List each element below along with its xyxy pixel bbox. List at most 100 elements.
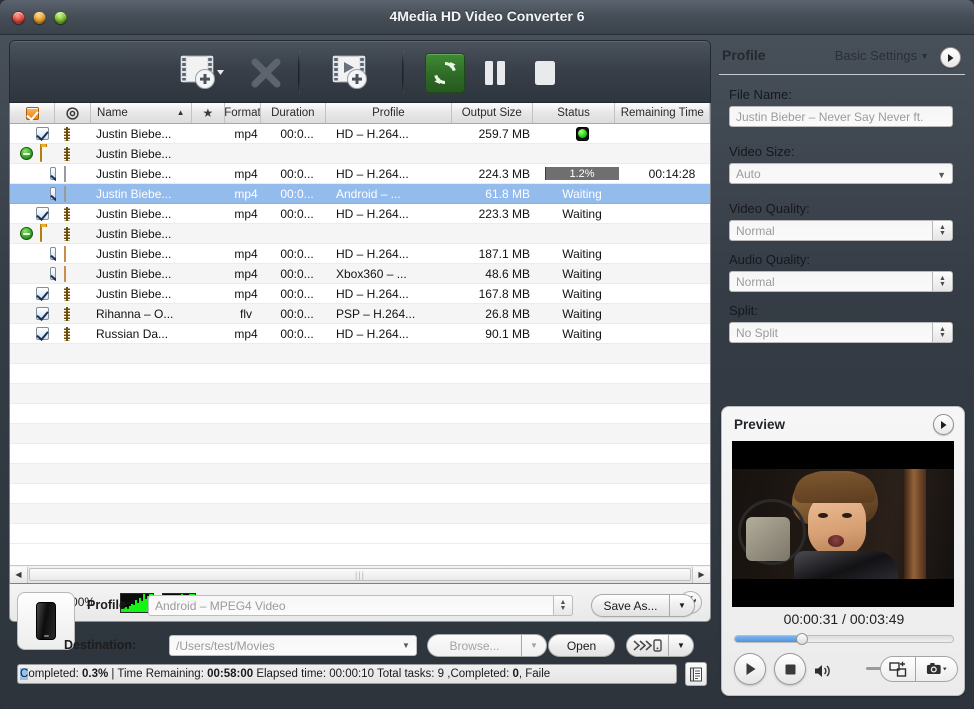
- preview-expand-button[interactable]: [933, 414, 954, 435]
- column-header-star[interactable]: ★: [192, 103, 226, 123]
- column-header-outsize[interactable]: Output Size: [452, 103, 533, 123]
- status-badge: Waiting: [562, 186, 602, 201]
- bottom-controls: Profile: Android – MPEG4 Video ▲ ▼ Save A…: [9, 588, 711, 700]
- row-checkbox[interactable]: [36, 287, 49, 300]
- profile-label: Profile:: [87, 598, 131, 612]
- sort-ascending-icon: ▲: [176, 108, 185, 117]
- crop-button[interactable]: [880, 656, 916, 682]
- table-row[interactable]: Russian Da... mp4 00:0... HD – H.264... 90.1…: [10, 324, 710, 344]
- column-header-format[interactable]: Format: [225, 103, 261, 123]
- row-name: Justin Biebe...: [96, 186, 172, 201]
- column-header-label: Name: [97, 107, 128, 119]
- status-done-icon: [575, 126, 589, 141]
- collapse-group-toggle[interactable]: [20, 147, 33, 160]
- column-header-name[interactable]: Name ▲: [91, 103, 192, 123]
- volume-icon-button[interactable]: [814, 662, 836, 680]
- destination-combo[interactable]: /Users/test/Movies: [169, 635, 417, 656]
- target-icon: [66, 106, 79, 120]
- log-button[interactable]: [685, 662, 707, 686]
- profile-expand-button[interactable]: [940, 47, 961, 68]
- video-size-combo[interactable]: Auto ▼: [729, 163, 953, 184]
- stop-button[interactable]: [524, 49, 566, 96]
- remove-button[interactable]: [238, 49, 294, 96]
- preview-panel: Preview 00:00:31 / 00:03:49: [721, 406, 965, 696]
- pause-button[interactable]: [474, 49, 516, 96]
- column-header-check[interactable]: [10, 103, 56, 123]
- table-row[interactable]: Justin Biebe... mp4 00:0... HD – H.264... 16…: [10, 284, 710, 304]
- column-header-duration[interactable]: Duration: [261, 103, 326, 123]
- row-checkbox[interactable]: [36, 307, 49, 320]
- profile-combo[interactable]: Android – MPEG4 Video: [148, 595, 573, 616]
- doc-icon: [64, 185, 66, 202]
- add-file-button[interactable]: [170, 49, 234, 96]
- row-output-size: 61.8 MB: [485, 186, 530, 201]
- video-preview-screen[interactable]: [732, 441, 954, 607]
- save-as-button[interactable]: Save As...: [591, 594, 669, 617]
- send-to-device-button[interactable]: [626, 634, 668, 657]
- profile-stepper[interactable]: ▲ ▼: [553, 595, 573, 616]
- send-to-device-menu-button[interactable]: ▼: [668, 634, 694, 657]
- split-label: Split:: [729, 303, 758, 318]
- table-row[interactable]: Justin Biebe... mp4 00:0... HD – H.264... 22…: [10, 164, 710, 184]
- doc-orange-icon: [64, 245, 66, 262]
- column-header-profile[interactable]: Profile: [326, 103, 452, 123]
- table-row[interactable]: Justin Biebe...: [10, 224, 710, 244]
- snapshot-button[interactable]: [916, 656, 958, 682]
- scroll-right-button[interactable]: ▶: [692, 566, 710, 583]
- log-icon: [689, 667, 702, 681]
- stepper-arrows[interactable]: ▲ ▼: [932, 323, 952, 342]
- file-name-input[interactable]: Justin Bieber – Never Say Never ft.: [729, 106, 953, 127]
- file-list-rows[interactable]: Justin Biebe... mp4 00:0... HD – H.264... 25…: [10, 124, 710, 561]
- preview-stop-button[interactable]: [774, 653, 806, 685]
- table-row[interactable]: Justin Biebe... mp4 00:0... Android – ... 61…: [10, 184, 710, 204]
- stepper-arrows[interactable]: ▲ ▼: [932, 221, 952, 240]
- destination-dropdown-arrow[interactable]: ▼: [395, 635, 417, 656]
- horizontal-scrollbar[interactable]: ◀ ||| ▶: [10, 565, 710, 583]
- video-quality-value: Normal: [736, 223, 775, 238]
- browse-button[interactable]: Browse...: [427, 634, 521, 657]
- stepper-arrows[interactable]: ▲ ▼: [932, 272, 952, 291]
- table-row[interactable]: Rihanna – O... flv 00:0... PSP – H.264... 26…: [10, 304, 710, 324]
- table-row[interactable]: Justin Biebe... mp4 00:0... Xbox360 – ... 48…: [10, 264, 710, 284]
- checkbox-header-icon[interactable]: [25, 106, 39, 120]
- browse-menu-button[interactable]: ▼: [521, 634, 547, 657]
- column-header-label: Output Size: [461, 107, 522, 119]
- audio-quality-stepper[interactable]: Normal ▲ ▼: [729, 271, 953, 292]
- table-row[interactable]: Justin Biebe... mp4 00:0... HD – H.264... 18…: [10, 244, 710, 264]
- preview-play-button[interactable]: [734, 653, 766, 685]
- table-row[interactable]: Justin Biebe... mp4 00:0... HD – H.264... 22…: [10, 204, 710, 224]
- scroll-left-button[interactable]: ◀: [10, 566, 28, 583]
- collapse-group-toggle[interactable]: [20, 227, 33, 240]
- add-profile-button[interactable]: [322, 49, 386, 96]
- open-button[interactable]: Open: [548, 634, 615, 657]
- row-checkbox[interactable]: [36, 127, 49, 140]
- row-profile: HD – H.264...: [336, 286, 409, 301]
- table-row[interactable]: Justin Biebe... mp4 00:0... HD – H.264... 25…: [10, 124, 710, 144]
- save-as-menu-button[interactable]: ▼: [669, 594, 695, 617]
- table-row-empty: [10, 484, 710, 504]
- preview-timecode: 00:00:31 / 00:03:49: [783, 611, 905, 627]
- scrollbar-thumb[interactable]: |||: [29, 568, 691, 581]
- row-format: flv: [240, 306, 252, 321]
- add-profile-film-icon: [332, 55, 367, 89]
- column-header-remaining[interactable]: Remaining Time: [615, 103, 710, 123]
- split-stepper[interactable]: No Split ▲ ▼: [729, 322, 953, 343]
- row-format: mp4: [234, 166, 258, 181]
- row-format: mp4: [234, 206, 258, 221]
- row-name: Rihanna – O...: [96, 306, 174, 321]
- row-checkbox[interactable]: [36, 327, 49, 340]
- basic-settings-dropdown[interactable]: Basic Settings ▼: [835, 48, 929, 63]
- seek-knob[interactable]: [796, 633, 809, 645]
- convert-button[interactable]: [424, 49, 466, 96]
- stop-icon: [785, 664, 795, 674]
- row-profile: HD – H.264...: [336, 206, 409, 221]
- column-header-status[interactable]: Status: [533, 103, 616, 123]
- video-quality-stepper[interactable]: Normal ▲ ▼: [729, 220, 953, 241]
- profile-divider: [719, 74, 965, 75]
- file-name-label: File Name:: [729, 87, 792, 102]
- seek-slider[interactable]: [734, 633, 954, 645]
- column-header-target[interactable]: [55, 103, 92, 123]
- table-row[interactable]: Justin Biebe...: [10, 144, 710, 164]
- row-checkbox[interactable]: [36, 207, 49, 220]
- file-list[interactable]: Name ▲ ★ Format Duration Profile Output Size St…: [9, 103, 711, 584]
